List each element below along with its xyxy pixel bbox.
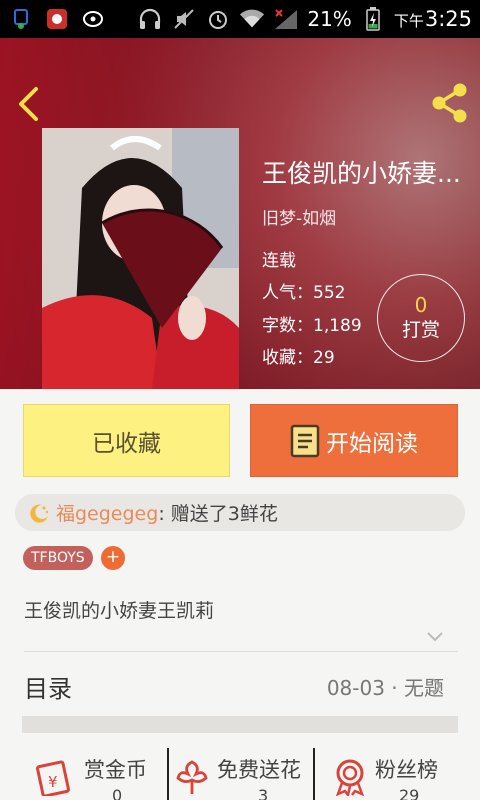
tab-fan-ranking[interactable]: 粉丝榜 29: [315, 748, 480, 800]
tab-free-flowers-count: 3: [258, 786, 269, 800]
gift-notice[interactable]: 福gegegeg : 赠送了3鲜花: [15, 494, 465, 531]
status-bar: 21% 下午3:25: [0, 0, 480, 38]
gift-user[interactable]: 福gegegeg: [56, 499, 158, 526]
share-button[interactable]: [430, 82, 470, 124]
divider: [24, 651, 458, 652]
svg-text:¥: ¥: [48, 773, 58, 791]
battery-icon: [360, 7, 386, 31]
back-button[interactable]: [14, 85, 44, 123]
reward-count: 0: [414, 293, 428, 317]
chevron-right-icon: [432, 678, 442, 694]
flower-icon: [173, 756, 211, 796]
book-status: 连载: [262, 251, 296, 271]
medal-icon: [331, 756, 369, 798]
tag-tfboys[interactable]: TFBOYS: [23, 546, 93, 570]
toc-latest-chapter[interactable]: 08-03 · 无题: [327, 672, 444, 701]
tab-gold-coins-count: 0: [112, 786, 123, 800]
add-tag-button[interactable]: +: [101, 546, 125, 570]
red-envelope-icon: ¥: [36, 756, 74, 798]
back-arrow-icon: [19, 87, 38, 121]
toc-label[interactable]: 目录: [24, 669, 72, 704]
gift-moon-icon: [30, 504, 49, 523]
tab-fan-ranking-count: 29: [399, 786, 420, 800]
reward-button[interactable]: 0 打赏: [377, 274, 465, 362]
headset-icon: [137, 7, 163, 31]
book-popularity: 人气：552: [262, 283, 346, 303]
alarm-icon: [205, 7, 231, 31]
gift-text: : 赠送了3鲜花: [158, 503, 278, 525]
clock-time: 3:25: [424, 7, 472, 31]
book-header: 王俊凯的小娇妻... 旧梦-如烟 连载 人气：552 字数：1,189 收藏：2…: [0, 38, 480, 389]
tab-free-flowers-label: 免费送花: [217, 758, 301, 782]
tab-fan-ranking-label: 粉丝榜: [375, 758, 438, 782]
book-description: 王俊凯的小娇妻王凯莉: [24, 600, 215, 622]
book-cover-image[interactable]: [42, 128, 239, 389]
book-favorites: 收藏：29: [262, 348, 335, 368]
expand-description-button[interactable]: [426, 628, 444, 642]
debug-icon: [80, 7, 106, 31]
tab-gold-coins-label: 赏金币: [84, 758, 147, 782]
favorited-button[interactable]: 已收藏: [23, 404, 230, 477]
app-notification-icon: [44, 7, 70, 31]
book-title: 王俊凯的小娇妻...: [262, 159, 461, 188]
share-icon: [432, 83, 467, 123]
chevron-down-icon: [427, 632, 443, 642]
book-author[interactable]: 旧梦-如烟: [262, 204, 336, 229]
wifi-icon: [239, 7, 265, 31]
start-reading-label: 开始阅读: [326, 430, 418, 457]
clock-ampm: 下午: [393, 12, 424, 30]
tab-gold-coins[interactable]: ¥ 赏金币 0: [0, 748, 167, 800]
signal-icon: [273, 7, 299, 31]
reward-label: 打赏: [401, 319, 440, 341]
battery-percent: 21%: [307, 7, 352, 31]
book-icon: [290, 424, 320, 457]
toc-arrow[interactable]: [431, 677, 443, 695]
usb-icon: [8, 7, 34, 31]
start-reading-button[interactable]: 开始阅读: [250, 404, 458, 477]
section-separator: [22, 716, 458, 733]
tab-free-flowers[interactable]: 免费送花 3: [169, 748, 313, 800]
book-word-count: 字数：1,189: [262, 316, 362, 336]
mute-icon: [171, 7, 197, 31]
favorited-label: 已收藏: [92, 430, 161, 457]
